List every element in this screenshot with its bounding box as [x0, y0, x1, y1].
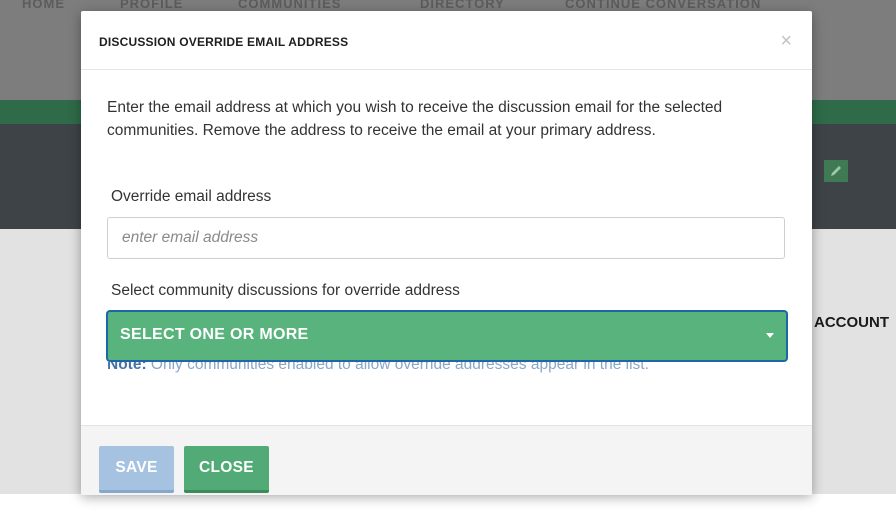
note-prefix: Note: [107, 362, 147, 373]
modal-body: Enter the email address at which you wis… [81, 70, 812, 425]
community-select-placeholder: SELECT ONE OR MORE [120, 326, 309, 343]
modal-footer: SAVE CLOSE [81, 425, 812, 495]
community-select-label: Select community discussions for overrid… [111, 282, 460, 299]
override-email-input[interactable] [107, 217, 785, 259]
save-button[interactable]: SAVE [99, 446, 174, 493]
close-icon[interactable]: × [780, 31, 792, 51]
background-bottom-strip [0, 494, 896, 515]
modal-title: DISCUSSION OVERRIDE EMAIL ADDRESS [99, 35, 349, 49]
caret-down-icon [766, 333, 774, 338]
override-note: Note: Only communities enabled to allow … [107, 362, 747, 376]
background-account-label: ACCOUNT [814, 314, 889, 331]
nav-item-continue-conversation: CONTINUE CONVERSATION [565, 0, 762, 11]
community-select-dropdown[interactable]: SELECT ONE OR MORE [106, 310, 788, 362]
pencil-icon [831, 166, 841, 176]
note-text: Only communities enabled to allow overri… [146, 362, 649, 373]
override-email-label: Override email address [111, 188, 272, 205]
nav-item-home: HOME [22, 0, 65, 11]
nav-item-profile: PROFILE [120, 0, 184, 11]
discussion-override-modal: DISCUSSION OVERRIDE EMAIL ADDRESS × Ente… [81, 11, 812, 495]
background-edit-button [824, 160, 848, 182]
close-button[interactable]: CLOSE [184, 446, 269, 493]
nav-item-communities: COMMUNITIES [238, 0, 342, 11]
modal-header: DISCUSSION OVERRIDE EMAIL ADDRESS × [81, 11, 812, 70]
modal-description: Enter the email address at which you wis… [107, 99, 723, 139]
nav-item-directory: DIRECTORY [420, 0, 505, 11]
